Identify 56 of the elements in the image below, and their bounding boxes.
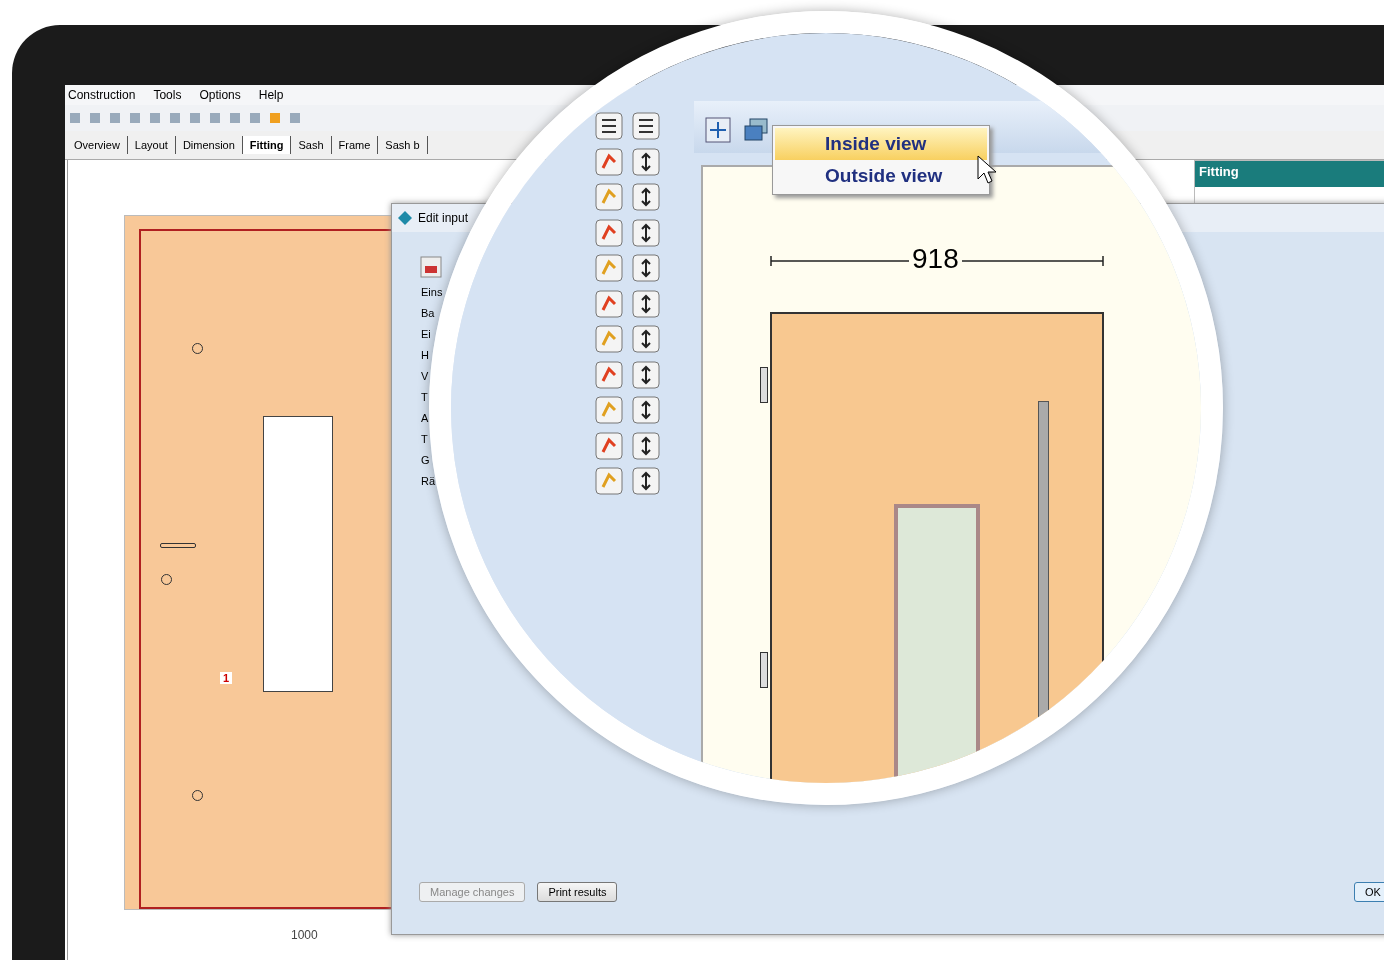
tab[interactable]: Sash b <box>378 136 428 154</box>
toolbar-icon[interactable] <box>248 111 262 125</box>
rotate-icon[interactable] <box>632 431 660 460</box>
rotate-icon[interactable] <box>632 183 660 211</box>
menu-item[interactable]: Tools <box>153 88 182 102</box>
field-label: H <box>421 349 430 363</box>
tab[interactable]: Fitting <box>242 136 292 154</box>
list-icon[interactable] <box>595 112 623 140</box>
menu-item[interactable]: Construction <box>68 88 136 102</box>
toolbar-icon[interactable] <box>288 111 302 125</box>
tab[interactable]: Overview <box>67 136 128 154</box>
tab[interactable]: Dimension <box>175 136 243 154</box>
menu-item[interactable]: Options <box>199 88 241 102</box>
toolbar-icon[interactable] <box>188 111 202 125</box>
field-label: T <box>421 391 429 405</box>
field-label: Ei <box>421 328 432 342</box>
toolbar-icon[interactable] <box>108 111 122 125</box>
field-label: G <box>421 454 431 468</box>
tab[interactable]: Layout <box>127 136 176 154</box>
rotate-icon[interactable] <box>632 289 660 318</box>
tab[interactable]: Frame <box>331 136 379 154</box>
toolbar-icon[interactable] <box>68 111 82 125</box>
hinge-drawing <box>760 367 768 403</box>
menu-item[interactable]: Inside view <box>775 128 987 160</box>
field-label: Rä <box>421 475 437 489</box>
windows-icon[interactable] <box>743 117 769 143</box>
tab[interactable]: Sash <box>291 136 332 154</box>
panel-header: Fitting <box>1195 161 1384 187</box>
rotate-icon[interactable] <box>632 218 660 247</box>
field-label: Eins <box>421 286 443 300</box>
diamond-icon <box>398 211 412 225</box>
toolbar-icon[interactable] <box>168 111 182 125</box>
list-icon[interactable] <box>632 112 660 140</box>
fit-view-icon[interactable] <box>705 117 731 143</box>
field-label: T <box>421 433 429 447</box>
rotate-icon[interactable] <box>632 325 660 353</box>
toolbar-icon[interactable] <box>148 111 162 125</box>
toolbar-icon[interactable] <box>228 111 242 125</box>
hinge-drawing <box>760 652 768 688</box>
field-label: V <box>421 370 430 384</box>
width-dimension: 1000 <box>288 928 321 942</box>
dialog-button[interactable]: Print results <box>537 882 618 902</box>
rotate-icon[interactable] <box>632 396 660 424</box>
rotate-icon[interactable] <box>632 360 660 389</box>
rotate-icon[interactable] <box>632 147 660 176</box>
toolbar-icon[interactable] <box>128 111 142 125</box>
menu-item[interactable]: Help <box>258 88 284 102</box>
ok-button[interactable]: OK <box>1354 882 1384 902</box>
rotate-icon[interactable] <box>632 467 660 495</box>
toolbar-icon[interactable] <box>208 111 222 125</box>
dialog-title: Edit input <box>418 211 469 225</box>
rotate-icon[interactable] <box>632 254 660 282</box>
field-label: A <box>421 412 430 426</box>
toolbar-icon[interactable] <box>88 111 102 125</box>
field-label: Ba <box>421 307 436 321</box>
position-marker: 1 <box>220 672 233 684</box>
